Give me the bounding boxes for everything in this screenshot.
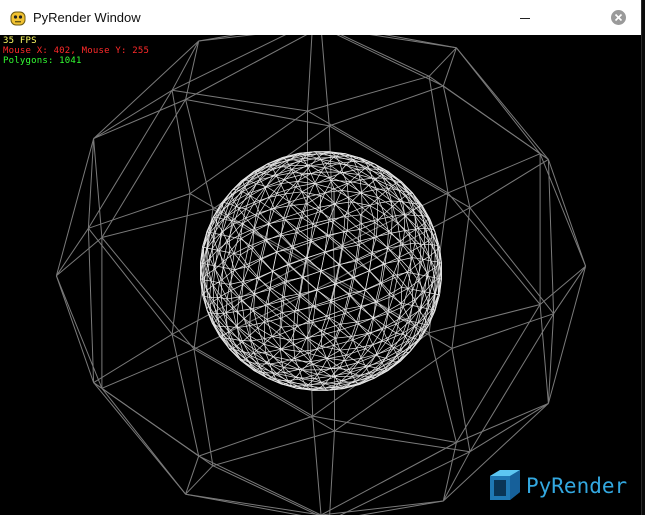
window-title: PyRender Window (33, 10, 141, 25)
close-icon (611, 10, 626, 25)
minimize-button[interactable] (502, 0, 548, 35)
outer-icosphere-wireframe (55, 35, 587, 515)
wireframe-scene (55, 35, 587, 515)
title-bar[interactable]: PyRender Window (0, 0, 641, 35)
logo-text: PyRender (526, 474, 628, 498)
pyrender-logo: PyRender (487, 468, 627, 504)
polygon-count: Polygons: 1041 (3, 56, 82, 66)
inner-sphere-wireframe (200, 151, 442, 391)
close-button[interactable] (595, 0, 641, 35)
cube-icon (490, 470, 520, 500)
minimize-icon (520, 18, 530, 19)
pygame-snake-icon (10, 11, 26, 26)
pyrender-window: PyRender Window 35 FPS Mouse X: 402, Mou… (0, 0, 642, 515)
background-strip (641, 0, 642, 515)
render-viewport[interactable]: 35 FPS Mouse X: 402, Mouse Y: 255 Polygo… (0, 35, 641, 515)
